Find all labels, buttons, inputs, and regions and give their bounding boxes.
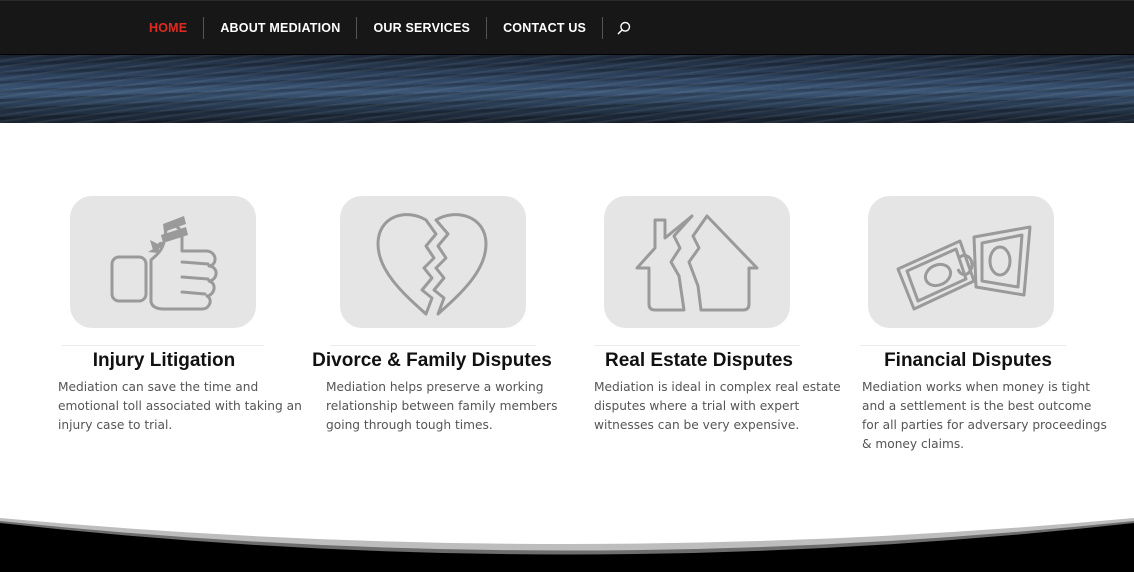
- description-line: injury case to trial.: [58, 418, 173, 432]
- description-line: Mediation works when money is tight: [862, 380, 1090, 394]
- service-icon-box-divorce: [340, 196, 526, 328]
- description-line: & money claims.: [862, 437, 965, 451]
- service-icon-box-financial: [868, 196, 1054, 328]
- broken-heart-icon: [376, 213, 488, 316]
- nav-item-about-mediation[interactable]: ABOUT MEDIATION: [204, 1, 356, 55]
- service-description-divorce: Mediation helps preserve a working relat…: [326, 378, 576, 435]
- service-title-divorce: Divorce & Family Disputes: [312, 350, 552, 371]
- nav-item-our-services[interactable]: OUR SERVICES: [357, 1, 486, 55]
- description-line: going through tough times.: [326, 418, 493, 432]
- service-icon-box-injury: [70, 196, 256, 328]
- card-divider: [62, 345, 264, 346]
- service-icon-box-real-estate: [604, 196, 790, 328]
- description-line: witnesses can be very expensive.: [594, 418, 800, 432]
- money-bills-icon: [896, 225, 1032, 311]
- service-title-real-estate: Real Estate Disputes: [605, 350, 793, 371]
- search-icon: [617, 21, 631, 35]
- cracked-house-icon: [635, 214, 759, 312]
- service-description-real-estate: Mediation is ideal in complex real estat…: [594, 378, 844, 435]
- description-line: relationship between family members: [326, 399, 558, 413]
- card-divider: [594, 345, 800, 346]
- nav-item-home[interactable]: HOME: [133, 1, 203, 55]
- top-nav-bar: HOME ABOUT MEDIATION OUR SERVICES CONTAC…: [0, 0, 1134, 54]
- description-line: disputes where a trial with expert: [594, 399, 800, 413]
- card-divider: [330, 345, 536, 346]
- search-button[interactable]: [603, 1, 645, 55]
- card-divider: [860, 345, 1066, 346]
- description-line: Mediation is ideal in complex real estat…: [594, 380, 841, 394]
- description-line: Mediation helps preserve a working: [326, 380, 544, 394]
- bandaged-thumbs-up-icon: [110, 216, 218, 311]
- description-line: emotional toll associated with taking an: [58, 399, 302, 413]
- service-title-financial: Financial Disputes: [884, 350, 1052, 371]
- service-description-injury: Mediation can save the time and emotiona…: [58, 378, 308, 435]
- footer-curve-divider: [0, 518, 1134, 572]
- description-line: for all parties for adversary proceeding…: [862, 418, 1107, 432]
- hero-water-banner: [0, 54, 1134, 123]
- main-menu: HOME ABOUT MEDIATION OUR SERVICES CONTAC…: [133, 1, 645, 55]
- service-description-financial: Mediation works when money is tight and …: [862, 378, 1122, 454]
- nav-item-contact-us[interactable]: CONTACT US: [487, 1, 602, 55]
- service-title-injury: Injury Litigation: [92, 350, 236, 371]
- page: HOME ABOUT MEDIATION OUR SERVICES CONTAC…: [0, 0, 1134, 572]
- description-line: Mediation can save the time and: [58, 380, 259, 394]
- description-line: and a settlement is the best outcome: [862, 399, 1092, 413]
